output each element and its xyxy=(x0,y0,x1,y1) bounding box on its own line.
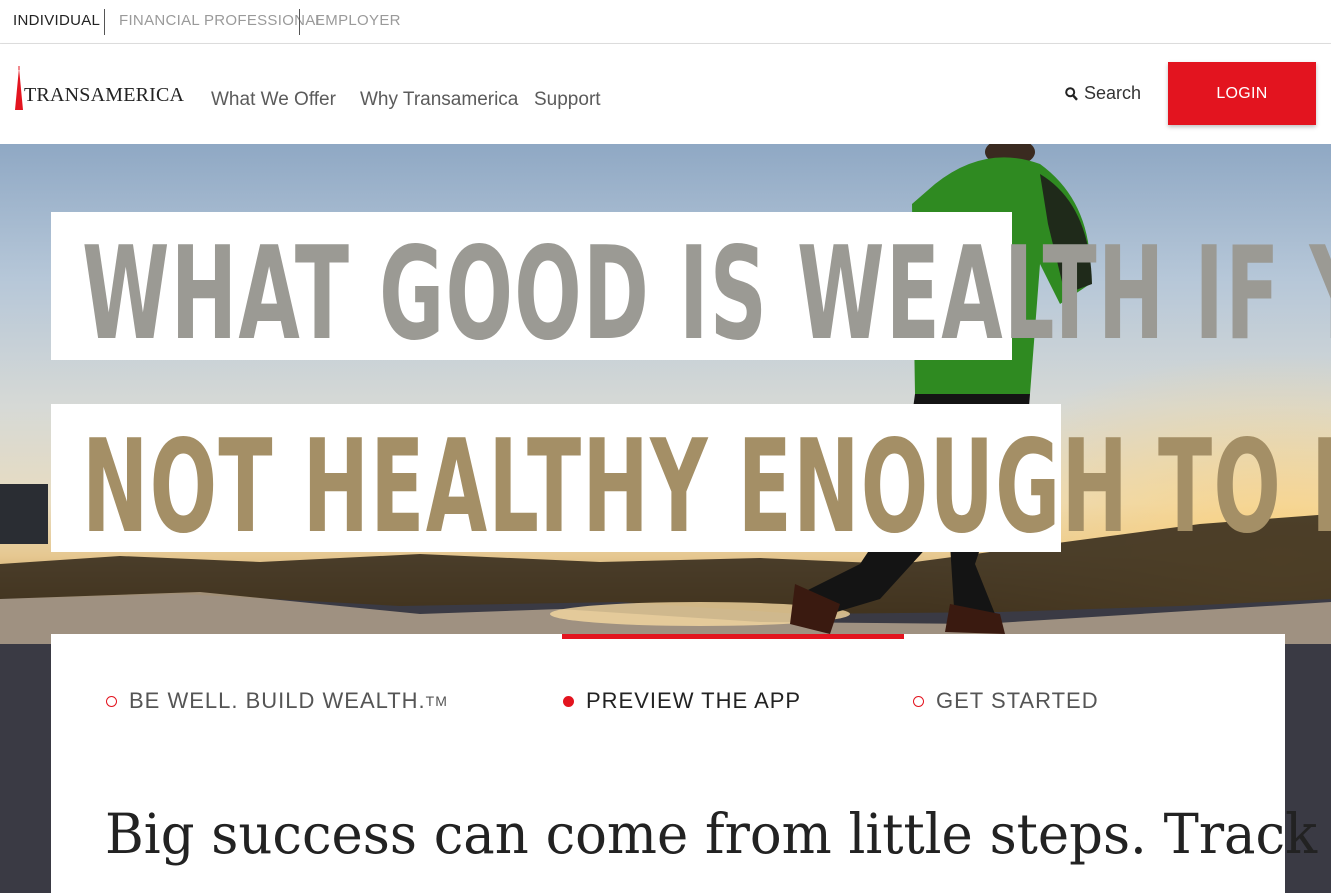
login-button[interactable]: LOGIN xyxy=(1168,62,1316,125)
search-icon xyxy=(1065,86,1078,101)
circle-dot-icon xyxy=(106,695,117,707)
audience-tab-individual[interactable]: INDIVIDUAL xyxy=(13,12,100,29)
step-be-well[interactable]: BE WELL. BUILD WEALTH. TM xyxy=(106,688,448,714)
circle-dot-icon xyxy=(563,695,574,707)
nav-what-we-offer[interactable]: What We Offer xyxy=(211,89,336,111)
step-preview-the-app[interactable]: PREVIEW THE APP xyxy=(563,688,801,714)
logo-wordmark: TRANSAMERICA xyxy=(24,84,185,106)
content-card: BE WELL. BUILD WEALTH. TM PREVIEW THE APP… xyxy=(51,634,1331,893)
site-header: TRANSAMERICA What We Offer Why Transamer… xyxy=(0,44,1331,144)
hero-banner: WHAT GOOD IS WEALTH IF YOU’RE NOT HEALTH… xyxy=(0,144,1331,893)
step-label: BE WELL. BUILD WEALTH. xyxy=(129,688,426,713)
hero-headline-line-2: NOT HEALTHY ENOUGH TO ENJOY IT? xyxy=(82,413,1331,562)
divider xyxy=(104,9,105,35)
divider xyxy=(299,9,300,35)
step-get-started[interactable]: GET STARTED xyxy=(913,688,1099,714)
audience-bar: INDIVIDUAL FINANCIAL PROFESSIONAL EMPLOY… xyxy=(0,0,1331,44)
step-label: PREVIEW THE APP xyxy=(586,688,802,713)
circle-dot-icon xyxy=(913,695,924,707)
nav-support[interactable]: Support xyxy=(534,89,601,111)
search-button[interactable]: Search xyxy=(1065,83,1141,104)
step-label: GET STARTED xyxy=(936,688,1099,713)
audience-tab-financial-professional[interactable]: FINANCIAL PROFESSIONAL xyxy=(119,12,324,29)
tagline-heading: Big success can come from little steps. … xyxy=(105,802,1331,866)
transamerica-logo[interactable]: TRANSAMERICA xyxy=(12,66,184,110)
audience-tab-employer[interactable]: EMPLOYER xyxy=(315,12,401,29)
trademark-mark: TM xyxy=(425,693,448,709)
active-step-indicator xyxy=(562,634,904,639)
search-label: Search xyxy=(1084,83,1142,103)
nav-why-transamerica[interactable]: Why Transamerica xyxy=(360,89,518,111)
hero-headline-line-1: WHAT GOOD IS WEALTH IF YOU’RE xyxy=(82,220,1331,369)
